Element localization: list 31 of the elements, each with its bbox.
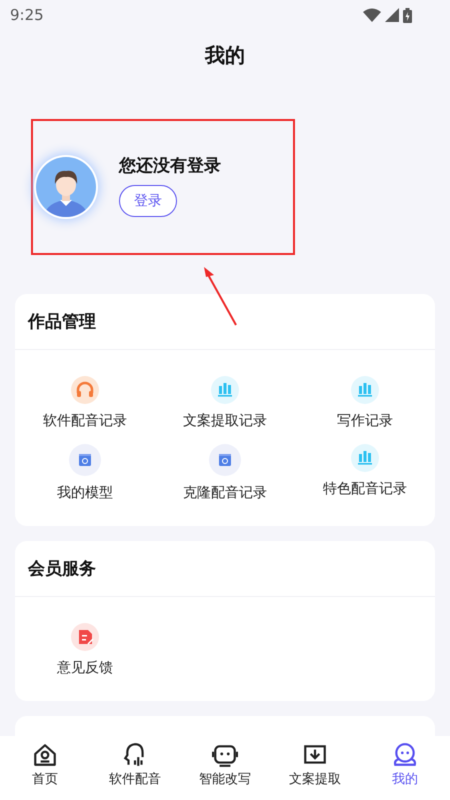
section-title: 会员服务 bbox=[15, 541, 435, 597]
login-prompt: 您还没有登录 bbox=[119, 154, 221, 176]
menu-item[interactable]: 软件配音记录 bbox=[15, 376, 155, 430]
menu-item[interactable]: 我的模型 bbox=[15, 444, 155, 502]
bar-chart-icon bbox=[351, 376, 379, 404]
avatar-icon bbox=[33, 154, 99, 220]
album-icon bbox=[69, 444, 101, 476]
album-icon bbox=[209, 444, 241, 476]
section-title: 作品管理 bbox=[15, 294, 435, 350]
person-icon bbox=[392, 742, 418, 768]
tab[interactable]: 首页 bbox=[0, 736, 90, 800]
headphones-icon bbox=[71, 376, 99, 404]
menu-item[interactable]: 写作记录 bbox=[295, 376, 435, 430]
menu-item[interactable]: 克隆配音记录 bbox=[155, 444, 295, 502]
status-time: 9:25 bbox=[10, 6, 44, 24]
tab[interactable]: 智能改写 bbox=[180, 736, 270, 800]
menu-item[interactable]: 文案提取记录 bbox=[155, 376, 295, 430]
tab[interactable]: 文案提取 bbox=[270, 736, 360, 800]
bar-chart-icon bbox=[211, 376, 239, 404]
menu-item[interactable]: 特色配音记录 bbox=[295, 444, 435, 502]
signal-icon bbox=[385, 8, 399, 22]
tab[interactable]: 我的 bbox=[360, 736, 450, 800]
tab[interactable]: 软件配音 bbox=[90, 736, 180, 800]
wifi-icon bbox=[363, 8, 381, 22]
page-title: 我的 bbox=[204, 42, 246, 69]
menu-item[interactable]: 意见反馈 bbox=[15, 623, 155, 677]
battery-icon bbox=[403, 8, 412, 22]
login-button[interactable]: 登录 bbox=[119, 184, 177, 216]
bar-chart-icon bbox=[351, 444, 379, 472]
home-icon bbox=[32, 742, 58, 768]
document-edit-icon bbox=[71, 623, 99, 651]
